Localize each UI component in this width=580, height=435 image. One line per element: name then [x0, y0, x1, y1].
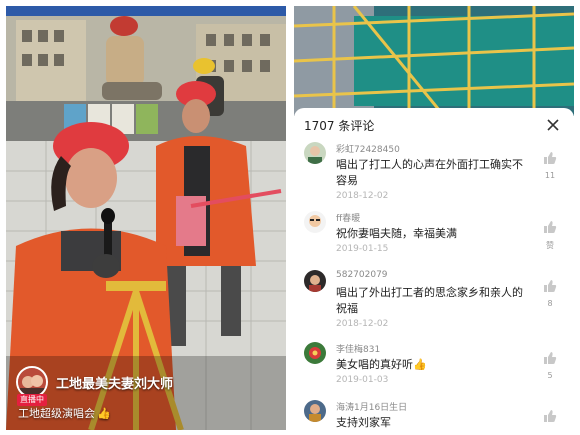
like-button[interactable]: 8 — [540, 278, 560, 308]
comment-username[interactable]: 海涛1月16日生日 — [336, 400, 407, 413]
scaffolding-video-background — [294, 6, 574, 116]
comments-screen: 1707 条评论 彩虹72428450 唱出了打工人的心声在外面打工确实不容易 … — [294, 6, 574, 430]
comment-item[interactable]: 彩虹72428450 唱出了打工人的心声在外面打工确实不容易 2018-12-0… — [294, 142, 574, 204]
streamer-info[interactable]: 直播中 工地最美夫妻刘大师 — [16, 366, 174, 406]
comment-date: 2019-01-15 — [336, 244, 389, 254]
comment-username[interactable]: 李佳梅831 — [336, 342, 380, 355]
comment-item[interactable]: 海涛1月16日生日 支持刘家军 — [294, 400, 574, 430]
user-avatar[interactable] — [304, 342, 326, 364]
stream-title: 工地最美夫妻刘大师 — [56, 376, 174, 392]
comment-username[interactable]: 彩虹72428450 — [336, 142, 400, 155]
like-button[interactable]: 赞 — [540, 219, 560, 251]
couple-avatar-image — [18, 368, 46, 396]
live-video-frame[interactable]: 直播中 工地最美夫妻刘大师 工地超级演唱会 👍 — [6, 6, 286, 430]
comments-header: 1707 条评论 — [294, 108, 574, 142]
comment-date: 2018-12-02 — [336, 191, 389, 201]
user-avatar[interactable] — [304, 142, 326, 164]
thumbs-up-emoji-icon: 👍 — [97, 407, 111, 420]
stream-subtitle-row: 工地超级演唱会 👍 — [18, 405, 111, 421]
like-button[interactable]: 11 — [540, 150, 560, 180]
like-count: 8 — [547, 299, 553, 308]
like-count: 5 — [547, 371, 553, 380]
user-avatar[interactable] — [304, 400, 326, 422]
comment-username[interactable]: 582702079 — [336, 270, 388, 280]
thumbs-up-icon — [544, 152, 557, 164]
avatar-image — [304, 400, 326, 422]
avatar-image — [304, 270, 326, 292]
close-button[interactable] — [542, 114, 564, 136]
user-avatar[interactable] — [304, 270, 326, 292]
thumbs-up-icon — [544, 280, 557, 292]
comment-date: 2019-01-03 — [336, 375, 389, 385]
thumbs-up-icon — [544, 410, 557, 422]
comment-item[interactable]: 582702079 唱出了外出打工者的思念家乡和亲人的祝福 2018-12-02… — [294, 270, 574, 332]
streamer-avatar[interactable]: 直播中 — [16, 366, 48, 406]
comments-sheet: 1707 条评论 彩虹72428450 唱出了打工人的心声在外面打工确实不容易 … — [294, 108, 574, 430]
comment-text-body: 美女唱的真好听 — [336, 358, 413, 371]
thumbs-up-icon — [544, 352, 557, 364]
comment-username[interactable]: ff春暖 — [336, 211, 360, 224]
close-icon — [547, 119, 559, 131]
like-button[interactable]: 5 — [540, 350, 560, 380]
avatar-image — [304, 342, 326, 364]
comment-text: 美女唱的真好听👍 — [336, 357, 526, 373]
like-count: 赞 — [546, 241, 554, 250]
comment-text: 祝你妻唱夫随，幸福美满 — [336, 227, 457, 240]
comment-count: 1707 条评论 — [304, 118, 375, 133]
avatar-image — [304, 142, 326, 164]
comment-text: 唱出了外出打工者的思念家乡和亲人的祝福 — [336, 286, 523, 315]
thumbs-up-icon — [544, 221, 557, 233]
avatar-image — [304, 211, 326, 233]
stream-subtitle: 工地超级演唱会 — [18, 407, 95, 420]
thumbs-up-emoji-icon: 👍 — [413, 358, 427, 371]
comment-text: 唱出了打工人的心声在外面打工确实不容易 — [336, 158, 523, 187]
comment-item[interactable]: 李佳梅831 美女唱的真好听👍 2019-01-03 5 — [294, 342, 574, 388]
comment-item[interactable]: ff春暖 祝你妻唱夫随，幸福美满 2019-01-15 赞 — [294, 211, 574, 257]
comment-text: 支持刘家军 — [336, 416, 391, 429]
comment-date: 2018-12-02 — [336, 319, 389, 329]
like-count: 11 — [544, 171, 556, 180]
like-button[interactable] — [540, 408, 560, 427]
user-avatar[interactable] — [304, 211, 326, 233]
